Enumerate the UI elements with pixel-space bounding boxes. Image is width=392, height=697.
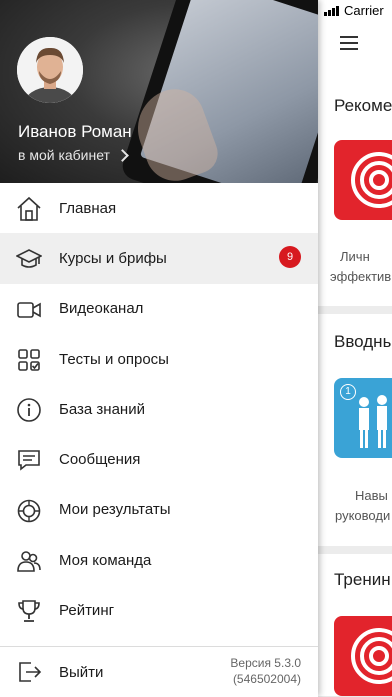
logout-label: Выйти [59,664,104,681]
team-icon [17,551,41,572]
menu-label: База знаний [59,400,145,418]
menu-item-my-team[interactable]: Моя команда [0,535,318,585]
results-ring-icon [17,499,41,523]
menu-label: Главная [59,199,117,217]
info-circle-icon [17,398,41,422]
side-drawer: Иванов Роман в мой кабинет Главная Курсы… [0,0,318,697]
menu-item-my-results[interactable]: Мои результаты [0,485,318,535]
menu-item-messages[interactable]: Сообщения [0,434,318,484]
message-icon [18,450,40,472]
course-tile[interactable] [334,140,392,220]
user-name: Иванов Роман [18,122,132,141]
trophy-icon [18,600,40,623]
target-icon [351,628,392,684]
tile-caption: руководи [335,508,391,523]
background-app-screen: Carrier Рекоме Личн эффектив Вводны 1 На… [318,0,392,696]
target-icon [351,152,392,208]
user-photo-icon [17,37,83,103]
home-icon [17,196,41,221]
menu-label: Рейтинг [59,602,115,620]
avatar[interactable] [17,37,83,103]
menu-item-tests[interactable]: Тесты и опросы [0,334,318,384]
my-cabinet-label: в мой кабинет [18,147,110,163]
trainings-section: Тренин [318,554,392,696]
video-camera-icon [17,301,41,318]
menu-item-home[interactable]: Главная [0,183,318,233]
carrier-label: Carrier [344,3,384,18]
app-nav-bar [318,22,392,66]
menu-label: Моя команда [59,551,152,569]
tile-caption: Навы [355,488,388,503]
signal-icon [324,6,344,16]
app-version: Версия 5.3.0 (546502004) [230,655,301,687]
section-title: Вводны [334,332,392,351]
profile-header: Иванов Роман в мой кабинет [0,0,318,183]
tile-caption: Личн [340,249,370,264]
course-tile[interactable] [334,616,392,696]
logout-icon [19,662,42,682]
menu-label: Тесты и опросы [59,350,169,368]
version-number: Версия 5.3.0 [230,656,301,670]
hamburger-menu-icon[interactable] [340,36,358,50]
notification-badge: 9 [279,246,301,269]
menu-label: Курсы и брифы [59,249,167,267]
menu-label: Мои результаты [59,501,171,519]
menu-label: Видеоканал [59,300,144,318]
status-bar: Carrier [318,0,392,22]
section-title: Тренин [334,570,391,589]
menu-item-knowledge-base[interactable]: База знаний [0,384,318,434]
my-cabinet-link[interactable]: в мой кабинет [18,147,129,163]
menu-item-courses[interactable]: Курсы и брифы 9 [0,233,318,284]
menu-item-video[interactable]: Видеоканал [0,284,318,334]
tests-grid-icon [18,349,40,371]
chevron-right-icon [116,148,129,162]
tile-badge: 1 [340,384,356,400]
course-tile[interactable]: 1 [334,378,392,458]
build-number: (546502004) [232,672,301,686]
intro-section: Вводны 1 Навы руководи [318,314,392,546]
drawer-footer: Выйти Версия 5.3.0 (546502004) [0,646,318,697]
menu-item-rating[interactable]: Рейтинг [0,585,318,635]
recommended-section: Рекоме Личн эффектив [318,66,392,306]
drawer-menu: Главная Курсы и брифы 9 Видеоканал Тесты… [0,183,318,636]
tile-caption: эффектив [330,269,392,284]
graduation-cap-icon [16,249,42,269]
section-title: Рекоме [334,96,392,115]
menu-label: Сообщения [59,451,141,469]
